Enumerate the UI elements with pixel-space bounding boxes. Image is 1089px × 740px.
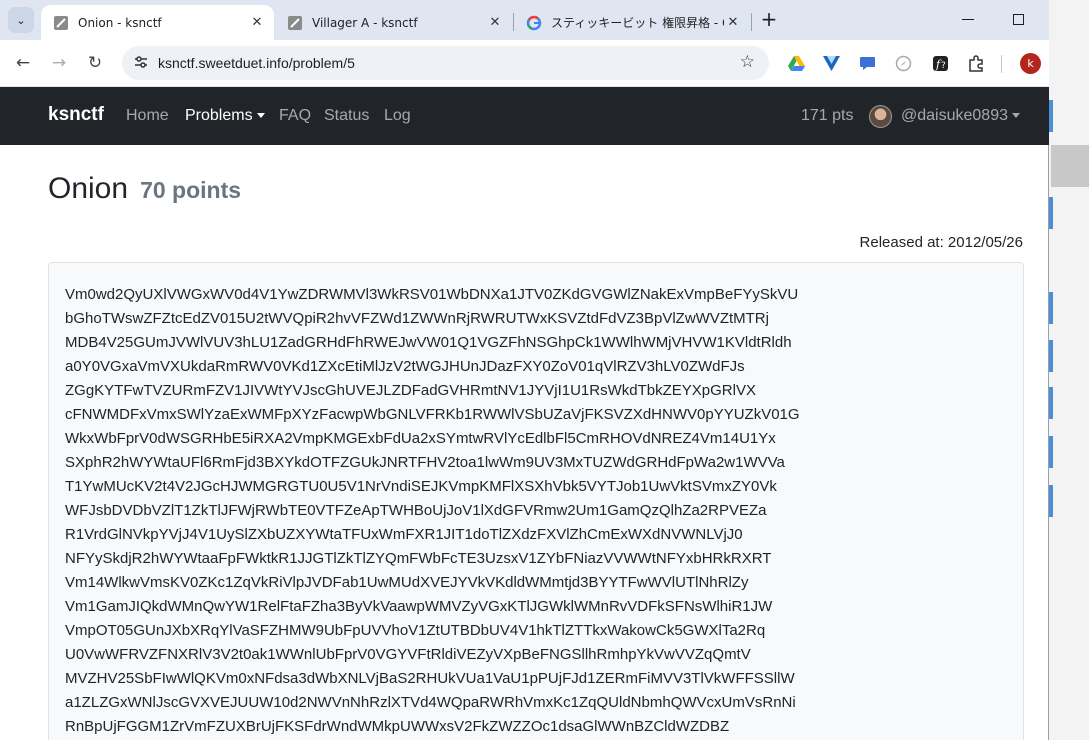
toolbar-divider (1001, 55, 1002, 73)
tab-onion[interactable]: Onion - ksnctf ✕ (41, 5, 274, 40)
cipher-line: SXphR2hWYWtaUFl6RmFjd3BXYkdOTFZGUkJNRTFH… (65, 454, 785, 471)
back-arrow-icon[interactable]: ← (12, 52, 34, 74)
problem-heading: Onion 70 points (48, 172, 241, 206)
window-edge-strip (1049, 292, 1053, 324)
cipher-line: MDB4V25GUmJVWlVUV3hLU1ZadGRHdFhRWEJwVW01… (65, 334, 792, 351)
window-edge-strip (1049, 340, 1053, 372)
browser-toolbar: ← → ↻ ksnctf.sweetduet.info/problem/5 ☆ … (0, 40, 1049, 87)
cipher-line: R1VrdGlNVkpYVjJ4V1UySlZXbUZXYWtaTFUxWmFX… (65, 526, 743, 543)
close-tab-icon[interactable]: ✕ (486, 15, 504, 30)
cipher-line: cFNWMDFxVmxSWlYzaExWMFpXYzFacwpWbGNLVFRK… (65, 406, 800, 423)
compass-extension-icon[interactable] (894, 54, 912, 72)
extensions-puzzle-icon[interactable] (967, 54, 985, 72)
bookmark-star-icon[interactable]: ☆ (740, 52, 755, 72)
chat-extension-icon[interactable] (858, 54, 876, 72)
ksnctf-favicon-icon (287, 15, 303, 31)
cipher-line: ZGgKYTFwTVZURmFZV1JIVWtYVJscGhUVEJLZDFad… (65, 382, 756, 399)
cipher-line: VmpOT05GUnJXbXRqYlVaSFZHMW9UbFpUVVhoV1Zt… (65, 622, 766, 639)
close-tab-icon[interactable]: ✕ (248, 15, 266, 30)
google-drive-extension-icon[interactable] (787, 54, 805, 72)
vuetify-extension-icon[interactable] (822, 54, 840, 72)
user-menu-dropdown[interactable]: @daisuke0893 (901, 107, 1020, 125)
nav-faq[interactable]: FAQ (279, 107, 311, 125)
new-tab-button[interactable]: + (758, 9, 780, 31)
cipher-line: WkxWbFprV0dWSGRHbE5iRXA2VmpKMGExbFdUa2xS… (65, 430, 776, 447)
problem-points: 70 points (140, 177, 242, 203)
tab-title: スティッキービット 権限昇格 - Goog (551, 16, 724, 30)
site-navbar: ksnctf Home Problems FAQ Status Log 171 … (0, 87, 1049, 145)
cipher-line: bGhoTWswZFZtcEdZV015U2tWVQpiR2hvVFZWd1ZW… (65, 310, 769, 327)
window-edge-strip (1049, 387, 1053, 419)
ksnctf-favicon-icon (53, 15, 69, 31)
minimize-window-icon[interactable] (962, 19, 974, 20)
window-edge-strip (1049, 436, 1053, 468)
cipher-line: a0Y0VGxaVmVXUkdaRmRWV0VKd1ZXcEtiMlJzV2tW… (65, 358, 745, 375)
reload-icon[interactable]: ↻ (84, 52, 106, 74)
cipher-line: T1YwMUcKV2t4V2JGcHJWMGRGTU0U5V1NrVndiSEJ… (65, 478, 777, 495)
tab-separator (751, 13, 752, 31)
cipher-line: Vm1GamJIQkdWMnQwYW1RelFtaFZha3ByVkVaawpW… (65, 598, 773, 615)
window-edge-strip (1049, 485, 1053, 517)
site-brand-link[interactable]: ksnctf (48, 104, 104, 126)
window-edge-strip (1049, 100, 1053, 132)
caret-down-icon (1011, 113, 1020, 119)
tab-strip: ⌄ Onion - ksnctf ✕ Villager A - ksnctf ✕… (0, 0, 1049, 40)
nav-log[interactable]: Log (384, 107, 411, 125)
cipher-line: MVZHV25SbFIwWlQKVm0xNFdsa3dWbXNLVjBaS2RH… (65, 670, 795, 687)
tab-google-search[interactable]: スティッキービット 権限昇格 - Goog ✕ (514, 5, 750, 40)
tab-title: Onion - ksnctf (78, 15, 162, 30)
window-edge-strip (1049, 197, 1053, 229)
cipher-line: RnBpUjFGGM1ZrVmFZUXBrUjFKSFdrWndWMkpUWWx… (65, 718, 730, 735)
user-points: 171 pts (801, 107, 854, 124)
url-text[interactable]: ksnctf.sweetduet.info/problem/5 (158, 55, 355, 71)
desktop-backdrop (1049, 0, 1089, 740)
maximize-window-icon[interactable] (1013, 14, 1024, 25)
problem-text-box: Vm0wd2QyUXlVWGxWV0d4V1YwZDRWMVl3WkRSV01W… (48, 262, 1024, 740)
close-tab-icon[interactable]: ✕ (724, 15, 742, 30)
svg-text:?: ? (941, 61, 946, 71)
cipher-line: a1ZLZGxWNlJscGVXVEJUUW10d2NWVnNhRzlXTVd4… (65, 694, 796, 711)
tab-title: Villager A - ksnctf (312, 15, 418, 30)
user-name: @daisuke0893 (901, 107, 1008, 124)
fx-extension-icon[interactable]: f? (931, 54, 949, 72)
problem-title: Onion (48, 172, 129, 205)
site-settings-icon[interactable] (132, 54, 150, 72)
cipher-line: U0VwWFRVZFNXRlV3V2t0ak1WWnlUbFprV0VGYVFt… (65, 646, 751, 663)
user-avatar[interactable] (869, 105, 892, 128)
release-date: Released at: 2012/05/26 (859, 234, 1023, 251)
google-favicon-icon (526, 15, 542, 31)
tab-search-button[interactable]: ⌄ (8, 7, 34, 33)
cipher-line: NFYySkdjR2hWYWtaaFpFWktkR1JJGTlZkTlZYQmF… (65, 550, 772, 567)
cipher-line: Vm14WlkwVmsKV0ZKc1ZqVkRiVlpJVDFab1UwMUdX… (65, 574, 749, 591)
nav-problems-dropdown[interactable]: Problems (185, 107, 265, 125)
background-scroll-thumb (1051, 145, 1089, 187)
address-bar[interactable]: ksnctf.sweetduet.info/problem/5 ☆ (122, 46, 769, 80)
forward-arrow-icon[interactable]: → (48, 52, 70, 74)
nav-home[interactable]: Home (126, 107, 169, 125)
caret-down-icon (256, 113, 265, 119)
browser-window: ⌄ Onion - ksnctf ✕ Villager A - ksnctf ✕… (0, 0, 1049, 740)
nav-problems-label: Problems (185, 107, 253, 124)
nav-status[interactable]: Status (324, 107, 369, 125)
cipher-line: WFJsbDVDbVZlT1ZkTlJFWjRWbTE0VTFZeApTWHBo… (65, 502, 767, 519)
tab-villager-a[interactable]: Villager A - ksnctf ✕ (275, 5, 512, 40)
chevron-down-icon: ⌄ (16, 13, 26, 27)
cipher-line: Vm0wd2QyUXlVWGxWV0d4V1YwZDRWMVl3WkRSV01W… (65, 286, 799, 303)
profile-avatar[interactable]: k (1020, 53, 1041, 74)
